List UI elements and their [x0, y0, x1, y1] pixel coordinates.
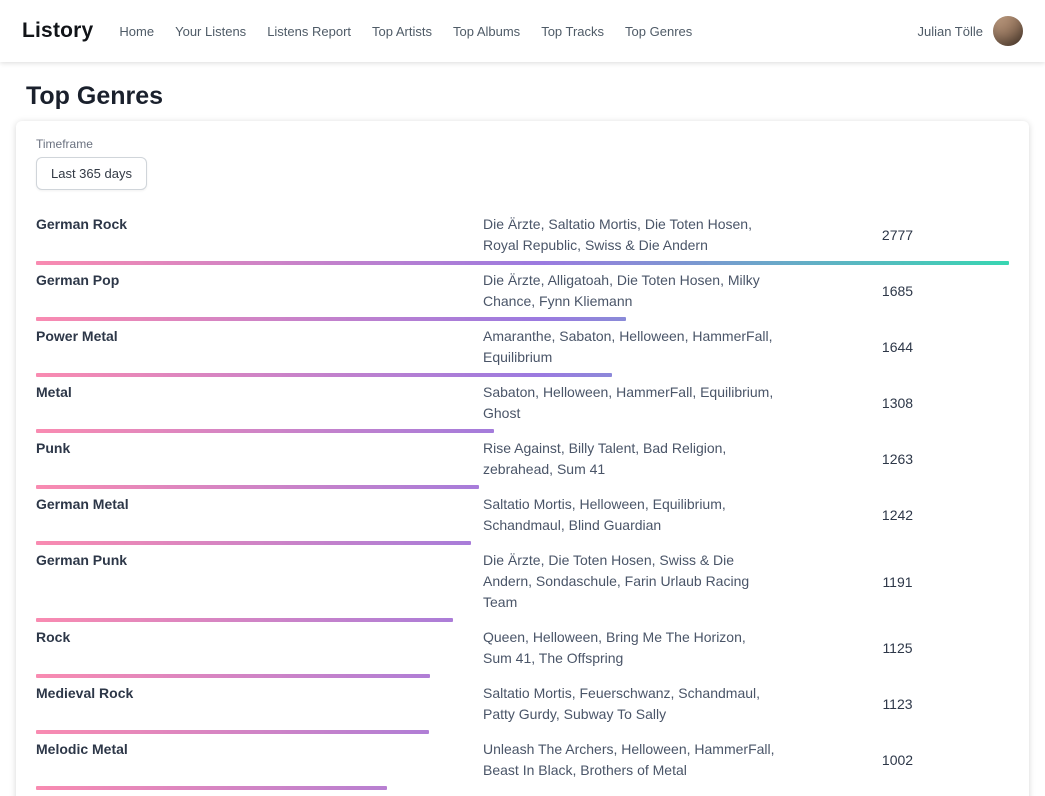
genre-count: 1002	[786, 752, 1009, 768]
genre-row: German Indie Bukahara, Käptn Peng, KYTES…	[36, 790, 1009, 796]
nav-item-listens-report[interactable]: Listens Report	[267, 24, 351, 39]
user-avatar[interactable]	[993, 16, 1023, 46]
genre-count: 1125	[786, 640, 1009, 656]
genre-name: Power Metal	[36, 326, 483, 368]
genre-artists: Sabaton, Helloween, HammerFall, Equilibr…	[483, 382, 786, 424]
genre-name: Rock	[36, 627, 483, 669]
genre-artists: Rise Against, Billy Talent, Bad Religion…	[483, 438, 786, 480]
genre-row: Metal Sabaton, Helloween, HammerFall, Eq…	[36, 377, 1009, 433]
genre-name: German Rock	[36, 214, 483, 256]
genre-count: 1123	[786, 696, 1009, 712]
genre-row: Punk Rise Against, Billy Talent, Bad Rel…	[36, 433, 1009, 489]
page-title: Top Genres	[26, 82, 1019, 111]
genre-count: 1644	[786, 339, 1009, 355]
genre-name: Punk	[36, 438, 483, 480]
genre-count: 1263	[786, 451, 1009, 467]
genre-name: German Pop	[36, 270, 483, 312]
genre-artists: Die Ärzte, Die Toten Hosen, Swiss & Die …	[483, 550, 786, 613]
genre-row: Melodic Metal Unleash The Archers, Hello…	[36, 734, 1009, 790]
genre-row: German Metal Saltatio Mortis, Helloween,…	[36, 489, 1009, 545]
genre-artists: Unleash The Archers, Helloween, HammerFa…	[483, 739, 786, 781]
top-genres-card: Timeframe Last 365 days German Rock Die …	[16, 121, 1029, 796]
main-nav: Home Your Listens Listens Report Top Art…	[119, 24, 692, 39]
genre-row: Rock Queen, Helloween, Bring Me The Hori…	[36, 622, 1009, 678]
genre-table-body: German Rock Die Ärzte, Saltatio Mortis, …	[36, 209, 1009, 796]
nav-item-top-genres[interactable]: Top Genres	[625, 24, 692, 39]
genre-count: 1685	[786, 283, 1009, 299]
nav-item-top-albums[interactable]: Top Albums	[453, 24, 520, 39]
nav-item-home[interactable]: Home	[119, 24, 154, 39]
nav-item-top-artists[interactable]: Top Artists	[372, 24, 432, 39]
genre-artists: Queen, Helloween, Bring Me The Horizon, …	[483, 627, 786, 669]
user-menu[interactable]: Julian Tölle	[917, 16, 1023, 46]
genre-name: Melodic Metal	[36, 739, 483, 781]
timeframe-select[interactable]: Last 365 days	[36, 157, 147, 190]
genre-count: 1191	[786, 574, 1009, 590]
nav-item-top-tracks[interactable]: Top Tracks	[541, 24, 604, 39]
genre-row: German Pop Die Ärzte, Alligatoah, Die To…	[36, 265, 1009, 321]
genre-count: 1242	[786, 507, 1009, 523]
timeframe-label: Timeframe	[36, 137, 1009, 151]
genre-artists: Saltatio Mortis, Helloween, Equilibrium,…	[483, 494, 786, 536]
genre-row: Power Metal Amaranthe, Sabaton, Hellowee…	[36, 321, 1009, 377]
genre-artists: Saltatio Mortis, Feuerschwanz, Schandmau…	[483, 683, 786, 725]
genre-artists: Amaranthe, Sabaton, Helloween, HammerFal…	[483, 326, 786, 368]
genre-name: Metal	[36, 382, 483, 424]
genre-artists: Die Ärzte, Saltatio Mortis, Die Toten Ho…	[483, 214, 786, 256]
genre-row: German Rock Die Ärzte, Saltatio Mortis, …	[36, 209, 1009, 265]
genre-artists: Die Ärzte, Alligatoah, Die Toten Hosen, …	[483, 270, 786, 312]
genre-row: Medieval Rock Saltatio Mortis, Feuerschw…	[36, 678, 1009, 734]
genre-row: German Punk Die Ärzte, Die Toten Hosen, …	[36, 545, 1009, 622]
genre-name: Medieval Rock	[36, 683, 483, 725]
genre-name: German Punk	[36, 550, 483, 613]
main-content: Top Genres Timeframe Last 365 days Germa…	[0, 82, 1045, 796]
app-logo[interactable]: Listory	[22, 19, 93, 43]
top-navbar: Listory Home Your Listens Listens Report…	[0, 0, 1045, 62]
genre-count: 1308	[786, 395, 1009, 411]
genre-count: 2777	[786, 227, 1009, 243]
genre-name: German Metal	[36, 494, 483, 536]
user-name: Julian Tölle	[917, 24, 983, 39]
nav-item-your-listens[interactable]: Your Listens	[175, 24, 246, 39]
